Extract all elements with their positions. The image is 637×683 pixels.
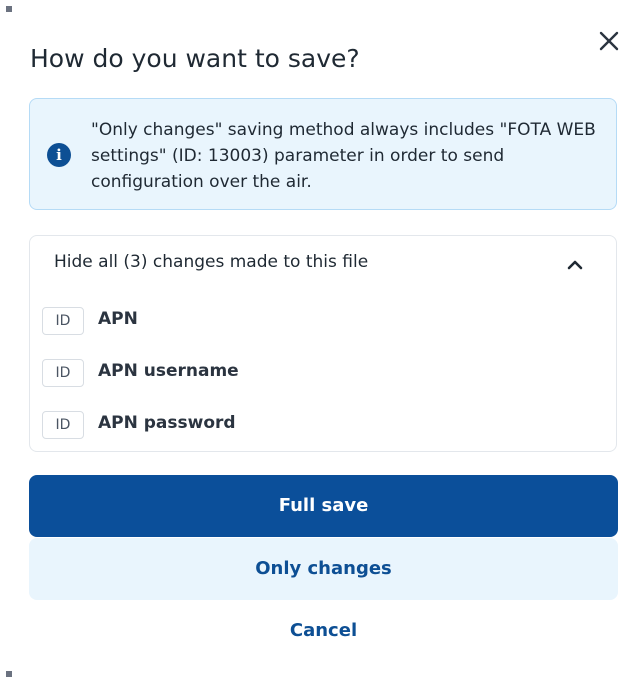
chevron-up-icon [567, 260, 583, 270]
id-badge: ID [42, 307, 84, 335]
cancel-button[interactable]: Cancel [29, 602, 618, 660]
dialog-title: How do you want to save? [30, 44, 360, 73]
close-button[interactable] [596, 28, 622, 54]
changes-toggle-label: Hide all (3) changes made to this file [54, 252, 369, 272]
info-banner: i "Only changes" saving method always in… [29, 98, 617, 210]
changes-panel: Hide all (3) changes made to this file I… [29, 235, 617, 452]
change-item-name: APN username [98, 361, 239, 381]
info-icon: i [47, 143, 71, 167]
id-badge: ID [42, 359, 84, 387]
save-dialog: How do you want to save? i "Only changes… [0, 0, 637, 683]
id-badge: ID [42, 411, 84, 439]
info-message: "Only changes" saving method always incl… [91, 120, 596, 192]
change-item-name: APN [98, 309, 138, 329]
full-save-button[interactable]: Full save [29, 475, 618, 537]
window-corner-top-left [6, 6, 12, 12]
window-corner-bottom-left [6, 671, 12, 677]
only-changes-button[interactable]: Only changes [29, 538, 618, 600]
close-icon [599, 31, 619, 51]
change-item-name: APN password [98, 413, 236, 433]
changes-toggle[interactable]: Hide all (3) changes made to this file [30, 236, 616, 292]
